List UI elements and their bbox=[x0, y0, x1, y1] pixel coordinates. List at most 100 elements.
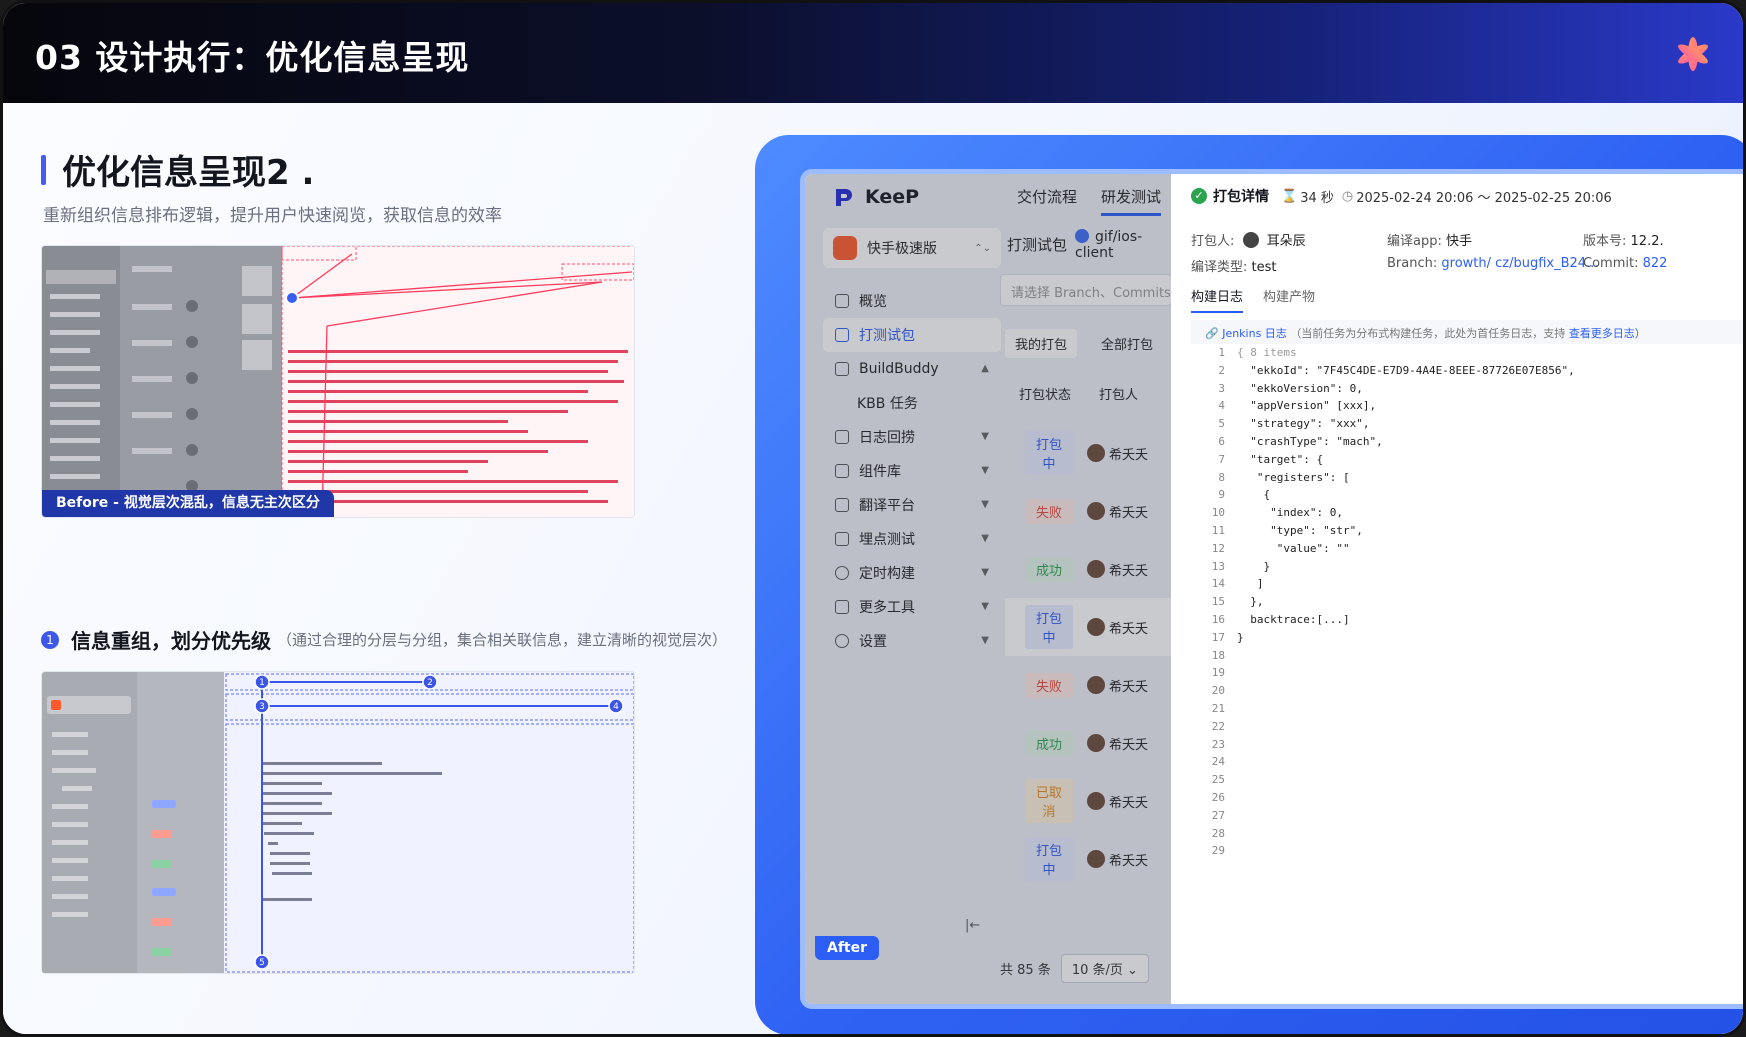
line-number: 8 bbox=[1218, 470, 1225, 484]
success-check-icon: ✓ bbox=[1191, 188, 1207, 204]
before-tag: Before - 视觉层次混乱，信息无主次区分 bbox=[42, 490, 334, 517]
collapse-sidebar-icon[interactable]: |← bbox=[965, 918, 980, 933]
detail-header: ✓ 打包详情 ⌛ 34 秒 ◷ 2025-02-24 20:06 ～ 2025-… bbox=[1191, 186, 1612, 206]
app-field: 编译app: 快手 bbox=[1387, 230, 1472, 249]
code-line: 15 }, bbox=[1191, 595, 1743, 613]
line-number: 2 bbox=[1218, 363, 1225, 377]
list-view: KeeP 交付流程 研发测试 应 快手极速版 ⌃⌄ 概览 打测试包 BuildB… bbox=[805, 174, 1205, 1004]
code-text: "type": "str", bbox=[1237, 523, 1363, 537]
line-number: 17 bbox=[1211, 630, 1225, 644]
app-value: 快手 bbox=[1446, 234, 1473, 249]
step-title: 信息重组，划分优先级 bbox=[71, 629, 271, 653]
code-line: 19 bbox=[1191, 666, 1743, 684]
line-number: 28 bbox=[1211, 826, 1225, 840]
line-number: 25 bbox=[1211, 773, 1225, 787]
line-number: 16 bbox=[1211, 612, 1225, 626]
code-text: "crashType": "mach", bbox=[1237, 434, 1383, 448]
type-label: 编译类型: bbox=[1191, 260, 1248, 275]
code-line: 10 "index": 0, bbox=[1191, 506, 1743, 524]
line-number: 5 bbox=[1218, 417, 1225, 431]
tab-build-artifacts[interactable]: 构建产物 bbox=[1263, 286, 1315, 313]
line-number: 1 bbox=[1218, 346, 1225, 359]
log-note: （当前任务为分布式构建任务，此处为首任务日志，支持 bbox=[1290, 327, 1566, 340]
commit-link[interactable]: 822 bbox=[1643, 256, 1668, 271]
code-text: "appVersion" [xxx], bbox=[1237, 399, 1377, 413]
code-text: "ekkoId": "7F45C4DE-E7D9-4A4E-8EEE-87726… bbox=[1237, 363, 1575, 377]
detail-tabs: 构建日志 构建产物 bbox=[1191, 286, 1315, 313]
packer-field: 打包人: 耳朵辰 bbox=[1191, 230, 1306, 249]
line-number: 6 bbox=[1218, 434, 1225, 448]
line-number: 20 bbox=[1211, 684, 1225, 698]
code-text: "ekkoVersion": 0, bbox=[1237, 381, 1363, 395]
code-line: 28 bbox=[1191, 826, 1743, 845]
line-number: 29 bbox=[1211, 844, 1225, 858]
jenkins-log-link[interactable]: Jenkins 日志 bbox=[1222, 327, 1287, 340]
line-number: 18 bbox=[1211, 648, 1225, 662]
code-line: 1 { 8 items bbox=[1191, 346, 1743, 364]
code-line: 7 "target": { bbox=[1191, 453, 1743, 471]
more-logs-link[interactable]: 查看更多日志） bbox=[1569, 327, 1646, 340]
code-line: 25 bbox=[1191, 773, 1743, 791]
code-text: "value": "" bbox=[1237, 541, 1350, 555]
line-number: 21 bbox=[1211, 701, 1225, 715]
code-line: 6 "crashType": "mach", bbox=[1191, 434, 1743, 453]
before-illustration bbox=[42, 246, 634, 517]
line-number: 12 bbox=[1211, 541, 1225, 555]
code-line: 18 bbox=[1191, 648, 1743, 667]
code-text: "index": 0, bbox=[1237, 506, 1343, 520]
annotated-illustration: 1 2 3 4 5 bbox=[42, 672, 634, 973]
line-number: 19 bbox=[1211, 666, 1225, 680]
type-value: test bbox=[1251, 260, 1277, 275]
packer-value: 耳朵辰 bbox=[1266, 234, 1306, 249]
clock-icon: ◷ bbox=[1341, 188, 1354, 204]
hourglass-icon: ⌛ bbox=[1281, 188, 1298, 204]
code-text: } bbox=[1237, 630, 1244, 644]
commit-label: Commit: bbox=[1583, 256, 1639, 271]
code-line: 29 bbox=[1191, 844, 1743, 862]
line-number: 4 bbox=[1218, 399, 1225, 413]
dim-overlay bbox=[805, 174, 1205, 1004]
code-line: 13 } bbox=[1191, 559, 1743, 578]
svg-text:2: 2 bbox=[427, 678, 433, 688]
code-text: ] bbox=[1237, 577, 1264, 591]
line-number: 14 bbox=[1211, 577, 1225, 591]
code-line: 14 ] bbox=[1191, 577, 1743, 595]
line-number: 11 bbox=[1211, 523, 1225, 537]
section-title: 优化信息呈现2 . bbox=[62, 153, 315, 193]
code-line: 23 bbox=[1191, 738, 1743, 756]
duration: 34 秒 bbox=[1300, 190, 1334, 206]
header: 03 设计执行：优化信息呈现 bbox=[3, 3, 1743, 103]
code-text: }, bbox=[1237, 595, 1264, 609]
code-line: 27 bbox=[1191, 808, 1743, 827]
version-label: 版本号: bbox=[1583, 234, 1627, 249]
detail-title: 打包详情 bbox=[1213, 189, 1269, 205]
svg-text:3: 3 bbox=[259, 702, 265, 712]
code-line: 17} bbox=[1191, 630, 1743, 649]
log-code-view: 1 { 8 items 2 "ekkoId": "7F45C4DE-E7D9-4A4… bbox=[1191, 346, 1743, 884]
branch-link[interactable]: growth/ cz/bugfix_B24... bbox=[1441, 256, 1598, 271]
code-line: 3 "ekkoVersion": 0, bbox=[1191, 381, 1743, 400]
code-line: 24 bbox=[1191, 755, 1743, 773]
code-line: 8 "registers": [ bbox=[1191, 470, 1743, 489]
svg-text:4: 4 bbox=[613, 702, 619, 712]
code-line: 4 "appVersion" [xxx], bbox=[1191, 399, 1743, 417]
code-line: 21 bbox=[1191, 701, 1743, 720]
code-line: 5 "strategy": "xxx", bbox=[1191, 417, 1743, 435]
build-detail-panel: ✓ 打包详情 ⌛ 34 秒 ◷ 2025-02-24 20:06 ～ 2025-… bbox=[1171, 174, 1743, 1004]
tab-build-log[interactable]: 构建日志 bbox=[1191, 286, 1244, 313]
time-range: 2025-02-24 20:06 ～ 2025-02-25 20:06 bbox=[1356, 190, 1612, 206]
commit-field: Commit: 822 bbox=[1583, 256, 1667, 271]
code-text: "strategy": "xxx", bbox=[1237, 417, 1370, 431]
annotated-screenshot: 1 2 3 4 5 bbox=[41, 671, 635, 974]
code-line: 26 bbox=[1191, 791, 1743, 809]
code-text: } bbox=[1237, 559, 1271, 573]
type-field: 编译类型: test bbox=[1191, 256, 1277, 275]
code-text: { bbox=[1237, 488, 1271, 502]
content: 优化信息呈现2 . 重新组织信息排布逻辑，提升用户快速阅览，获取信息的效率 Be… bbox=[3, 103, 1743, 1034]
step-1: 1 信息重组，划分优先级 （通过合理的分层与分组，集合相关联信息，建立清晰的视觉… bbox=[41, 625, 727, 654]
line-number: 10 bbox=[1211, 506, 1225, 520]
app-window: KeeP 交付流程 研发测试 应 快手极速版 ⌃⌄ 概览 打测试包 BuildB… bbox=[800, 169, 1743, 1009]
avatar bbox=[1242, 232, 1259, 248]
line-number: 27 bbox=[1211, 808, 1225, 822]
code-line: 9 { bbox=[1191, 488, 1743, 506]
